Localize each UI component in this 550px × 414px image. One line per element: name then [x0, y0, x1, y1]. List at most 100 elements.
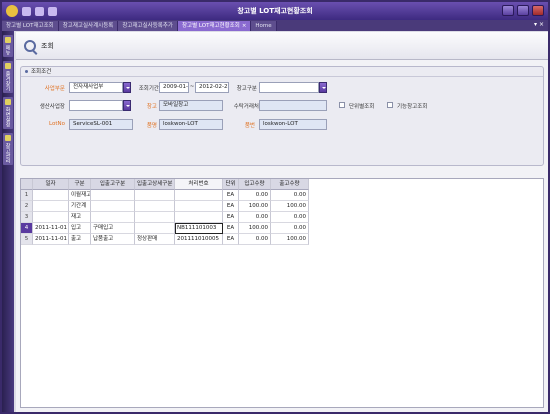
cell-out-qty[interactable]: 0.00: [271, 223, 309, 234]
col-proc-no-header[interactable]: 처리번호: [175, 179, 223, 190]
tab-stocktake-plan[interactable]: 창고재고실사계시등록: [58, 21, 119, 31]
col-io-type-header[interactable]: 입출고구분: [91, 179, 135, 190]
by-unit-label: 단위별조회: [349, 104, 375, 110]
grid-header-row: 일자 구분 입출고구분 입출고상세구분 처리번호 단위 입고수량 출고수량: [21, 179, 343, 190]
sidebar-item-screen[interactable]: 화면설정: [3, 97, 13, 129]
cell-io-detail[interactable]: 정상판매: [135, 234, 175, 245]
table-row[interactable]: 1 이월재고 EA 0.00 0.00: [21, 190, 343, 201]
chevron-down-icon[interactable]: [123, 82, 131, 93]
window-title: 창고별 LOT재고현황조회: [237, 7, 313, 15]
row-number: 3: [21, 212, 33, 223]
business-unit-label: 사업부문: [44, 86, 65, 92]
cell-type[interactable]: 재고: [69, 212, 91, 223]
cell-io-detail[interactable]: [135, 201, 175, 212]
cell-io-type[interactable]: [91, 212, 135, 223]
functional-wh-checkbox[interactable]: [387, 102, 393, 108]
period-from-input[interactable]: 2009-01-01: [159, 82, 189, 93]
period-to-input[interactable]: 2012-02-22: [195, 82, 229, 93]
cell-in-qty[interactable]: 0.00: [239, 234, 271, 245]
toolbar: 조회: [16, 32, 548, 60]
cell-in-qty[interactable]: 0.00: [239, 190, 271, 201]
col-date-header[interactable]: 일자: [33, 179, 69, 190]
warehouse-type-select[interactable]: [259, 82, 319, 93]
cell-unit[interactable]: EA: [223, 190, 239, 201]
cell-type[interactable]: 출고: [69, 234, 91, 245]
table-row[interactable]: 4 2011-11-01 입고 구매입고 NB111101003 EA 100.…: [21, 223, 343, 234]
col-type-header[interactable]: 구분: [69, 179, 91, 190]
cell-io-detail[interactable]: [135, 223, 175, 234]
customer-field[interactable]: [259, 100, 327, 111]
tab-controls[interactable]: ▾ ×: [534, 20, 544, 30]
item-name-field[interactable]: loskwon-LOT: [159, 119, 223, 130]
cell-out-qty[interactable]: 100.00: [271, 234, 309, 245]
row-number: 2: [21, 201, 33, 212]
cell-unit[interactable]: EA: [223, 212, 239, 223]
main-content: 조회 조회조건 사업부문 전자재사업부 조회기간 2009-01-01 ~ 20…: [16, 32, 548, 412]
table-row[interactable]: 3 재고 EA 0.00 0.00: [21, 212, 343, 223]
lot-no-field[interactable]: ServiceSL-001: [69, 119, 133, 130]
lot-no-label: LotNo: [49, 121, 65, 127]
cell-unit[interactable]: EA: [223, 234, 239, 245]
col-out-qty-header[interactable]: 출고수량: [271, 179, 309, 190]
star-icon: [5, 63, 11, 69]
cell-out-qty[interactable]: 0.00: [271, 212, 309, 223]
cell-io-type[interactable]: [91, 190, 135, 201]
table-row[interactable]: 2 기간계 EA 100.00 100.00: [21, 201, 343, 212]
search-button-label[interactable]: 조회: [41, 41, 54, 51]
business-unit-select[interactable]: 전자재사업부: [69, 82, 123, 93]
cell-date[interactable]: 2011-11-01: [33, 234, 69, 245]
tab-home[interactable]: Home: [251, 21, 277, 31]
cell-in-qty[interactable]: 100.00: [239, 223, 271, 234]
by-unit-checkbox[interactable]: [339, 102, 345, 108]
cell-date[interactable]: 2011-11-01: [33, 223, 69, 234]
tab-lot-status[interactable]: 창고별 LOT재고현황조회 ×: [177, 21, 252, 31]
cell-io-type[interactable]: [91, 201, 135, 212]
cell-proc-no[interactable]: [175, 190, 223, 201]
search-criteria-panel: 조회조건 사업부문 전자재사업부 조회기간 2009-01-01 ~ 2012-…: [20, 66, 544, 166]
cell-io-type[interactable]: 구매입고: [91, 223, 135, 234]
cell-io-type[interactable]: 납품출고: [91, 234, 135, 245]
cell-type[interactable]: 이월재고: [69, 190, 91, 201]
minimize-button[interactable]: [502, 5, 514, 16]
cell-io-detail[interactable]: [135, 212, 175, 223]
item-no-field[interactable]: loskwon-LOT: [259, 119, 327, 130]
chevron-down-icon[interactable]: [319, 82, 327, 93]
cell-date[interactable]: [33, 201, 69, 212]
table-row[interactable]: 5 2011-11-01 출고 납품출고 정상판매 201111010005 E…: [21, 234, 343, 245]
warehouse-icon: [5, 135, 11, 141]
sidebar-item-favorites[interactable]: 즐겨찾기: [3, 61, 13, 93]
maximize-button[interactable]: [517, 5, 529, 16]
sidebar-item-menu[interactable]: 메뉴: [3, 35, 13, 57]
cell-io-detail[interactable]: [135, 190, 175, 201]
cell-unit[interactable]: EA: [223, 201, 239, 212]
row-number: 1: [21, 190, 33, 201]
sidebar-item-warehouse[interactable]: 창고관리: [3, 133, 13, 165]
production-site-select[interactable]: [69, 100, 123, 111]
cell-proc-no[interactable]: [175, 212, 223, 223]
item-name-label: 품명: [146, 123, 157, 129]
tab-stocktake-add[interactable]: 창고재고실사등록추가: [118, 21, 178, 31]
cell-unit[interactable]: EA: [223, 223, 239, 234]
tab-lot-stock[interactable]: 창고별 LOT재고조회: [2, 21, 59, 31]
cell-out-qty[interactable]: 100.00: [271, 201, 309, 212]
cell-proc-no[interactable]: NB111101003: [175, 223, 223, 234]
col-unit-header[interactable]: 단위: [223, 179, 239, 190]
cell-date[interactable]: [33, 212, 69, 223]
warehouse-field[interactable]: 모바일창고: [159, 100, 223, 111]
chevron-down-icon[interactable]: [123, 100, 131, 111]
col-in-qty-header[interactable]: 입고수량: [239, 179, 271, 190]
cell-in-qty[interactable]: 100.00: [239, 201, 271, 212]
search-icon[interactable]: [24, 39, 36, 52]
warehouse-type-label: 창고구분: [236, 86, 257, 92]
cell-proc-no[interactable]: 201111010005: [175, 234, 223, 245]
cell-type[interactable]: 기간계: [69, 201, 91, 212]
col-io-detail-header[interactable]: 입출고상세구분: [135, 179, 175, 190]
close-button[interactable]: [532, 5, 544, 16]
tab-close-icon[interactable]: ×: [242, 23, 247, 29]
tab-bar: 창고별 LOT재고조회 창고재고실사계시등록 창고재고실사등록추가 창고별 LO…: [2, 20, 548, 31]
cell-in-qty[interactable]: 0.00: [239, 212, 271, 223]
cell-proc-no[interactable]: [175, 201, 223, 212]
cell-type[interactable]: 입고: [69, 223, 91, 234]
cell-out-qty[interactable]: 0.00: [271, 190, 309, 201]
cell-date[interactable]: [33, 190, 69, 201]
